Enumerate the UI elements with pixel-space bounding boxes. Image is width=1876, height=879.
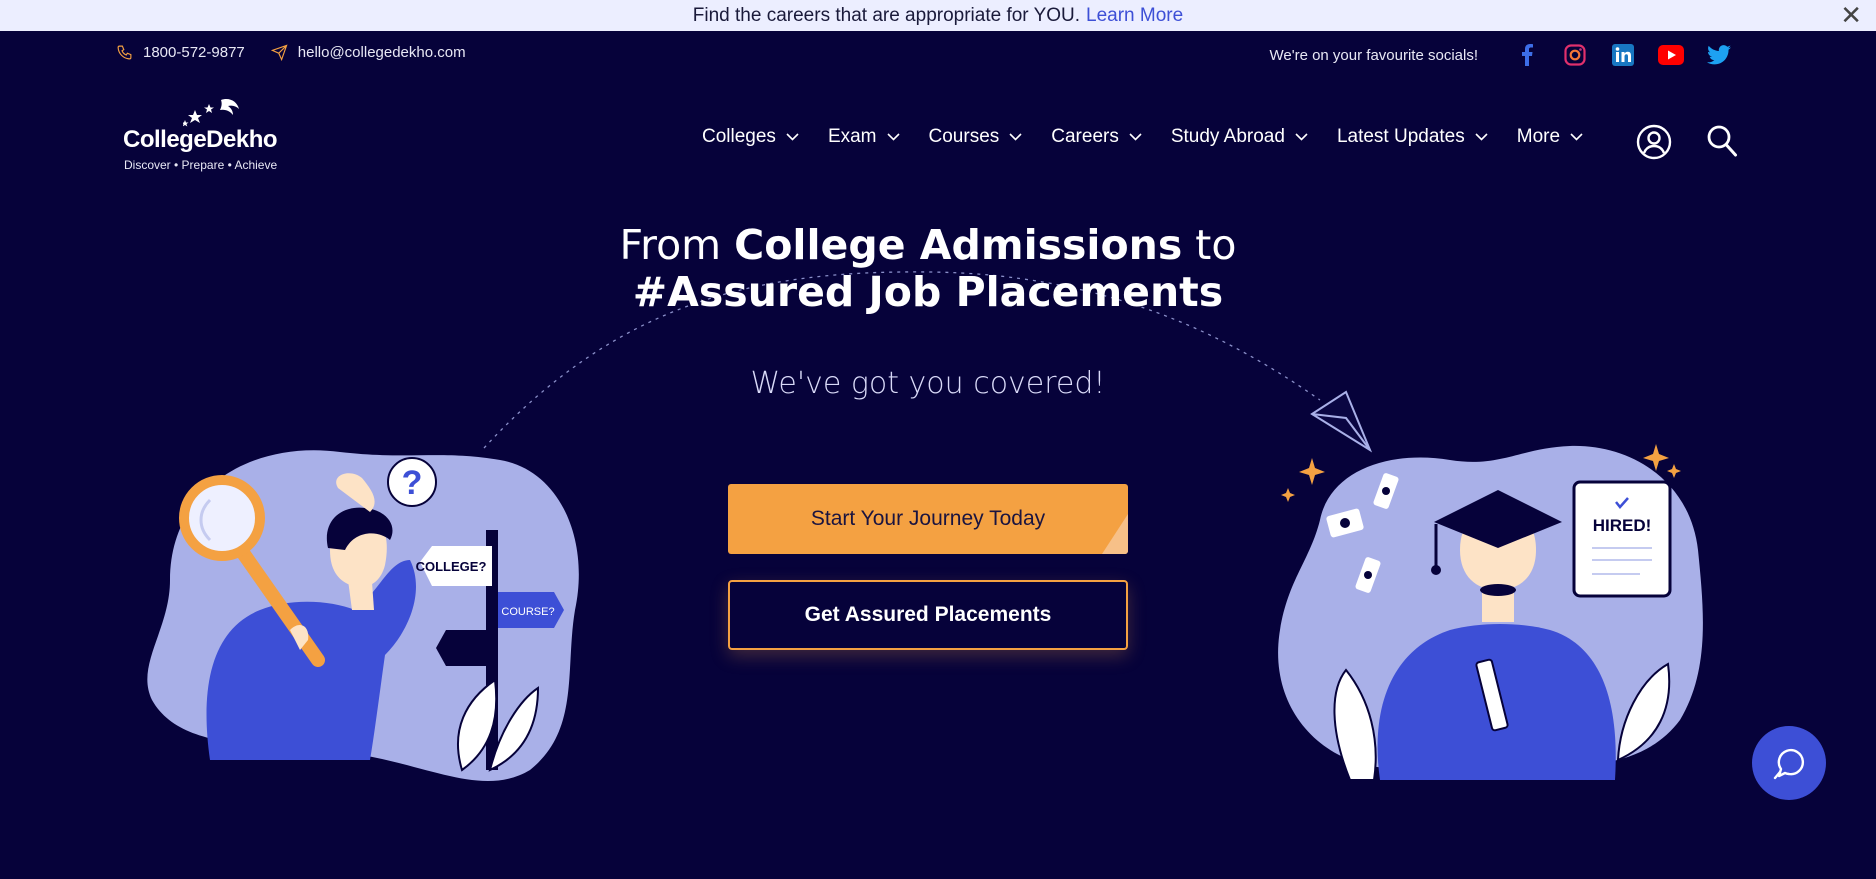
- chevron-down-icon: [1009, 133, 1022, 141]
- socials-label: We're on your favourite socials!: [1269, 46, 1478, 64]
- contact-bar: 1800-572-9877 hello@collegedekho.com: [116, 44, 492, 61]
- close-icon[interactable]: ✕: [1840, 2, 1862, 28]
- phone-contact[interactable]: 1800-572-9877: [116, 44, 245, 61]
- headline-suffix: to: [1182, 221, 1237, 269]
- nav-courses[interactable]: Courses: [929, 126, 1023, 148]
- headline-bold: College Admissions: [734, 221, 1183, 269]
- logo-wordmark: CollegeDekho: [123, 126, 278, 153]
- chevron-down-icon: [1129, 133, 1142, 141]
- chevron-down-icon: [1295, 133, 1308, 141]
- search-icon[interactable]: [1706, 124, 1738, 163]
- start-journey-label: Start Your Journey Today: [810, 507, 1046, 530]
- main-nav: Colleges Exam Courses Careers Study Abro…: [702, 126, 1612, 148]
- nav-label: Colleges: [702, 126, 776, 147]
- headline-line2: #Assured Job Placements: [632, 268, 1224, 316]
- chat-bubble-icon: [1773, 748, 1805, 780]
- hired-label: HIRED!: [1593, 516, 1652, 535]
- nav-label: Careers: [1051, 126, 1119, 147]
- nav-label: Study Abroad: [1170, 126, 1285, 147]
- college-sign-label: COLLEGE?: [416, 559, 487, 574]
- phone-number: 1800-572-9877: [143, 44, 245, 61]
- nav-more[interactable]: More: [1517, 126, 1583, 148]
- nav-latest-updates[interactable]: Latest Updates: [1337, 126, 1488, 148]
- linkedin-icon[interactable]: [1610, 42, 1636, 68]
- start-journey-button[interactable]: Start Your Journey Today: [728, 484, 1128, 554]
- assured-placements-label: Get Assured Placements: [804, 603, 1052, 626]
- chevron-down-icon: [886, 133, 900, 141]
- email-contact[interactable]: hello@collegedekho.com: [270, 44, 466, 61]
- chevron-down-icon: [786, 133, 799, 141]
- hero-subtitle: We've got you covered!: [750, 366, 1106, 401]
- collegedekho-logo[interactable]: CollegeDekho Discover • Prepare • Achiev…: [123, 96, 293, 174]
- left-illustration: ? COLLEGE? COURSE?: [147, 450, 579, 782]
- magnifier-icon: [179, 475, 265, 561]
- chevron-down-icon: [1570, 133, 1583, 141]
- facebook-icon[interactable]: [1514, 42, 1540, 68]
- chat-widget-button[interactable]: [1752, 726, 1826, 800]
- nav-exam[interactable]: Exam: [828, 126, 900, 148]
- logo-mortarboard-icon: [183, 99, 239, 127]
- phone-icon: [117, 45, 132, 60]
- send-icon: [270, 44, 288, 61]
- hero-headline: From College Admissions to #Assured Job …: [0, 222, 1856, 316]
- socials-bar: We're on your favourite socials!: [1269, 42, 1732, 68]
- nav-label: Courses: [928, 126, 1000, 147]
- nav-label: More: [1516, 126, 1561, 147]
- assured-placements-button[interactable]: Get Assured Placements: [728, 580, 1128, 650]
- right-illustration: HIRED!: [1278, 444, 1703, 781]
- nav-careers[interactable]: Careers: [1051, 126, 1142, 148]
- nav-label: Latest Updates: [1336, 126, 1465, 147]
- twitter-icon[interactable]: [1706, 42, 1732, 68]
- nav-colleges[interactable]: Colleges: [702, 126, 799, 148]
- youtube-icon[interactable]: [1658, 42, 1684, 68]
- email-address: hello@collegedekho.com: [297, 44, 466, 61]
- sparkle-icon: [1299, 458, 1325, 485]
- learn-more-link[interactable]: Learn More: [1086, 5, 1183, 27]
- chevron-down-icon: [1475, 133, 1488, 141]
- user-account-icon[interactable]: [1636, 124, 1672, 165]
- logo-tagline: Discover • Prepare • Achieve: [124, 158, 278, 172]
- headline-prefix: From: [619, 221, 735, 269]
- course-sign-label: COURSE?: [501, 606, 554, 618]
- button-corner-accent: [1102, 514, 1128, 554]
- question-mark: ?: [402, 464, 423, 502]
- nav-study-abroad[interactable]: Study Abroad: [1171, 126, 1308, 148]
- instagram-icon[interactable]: [1562, 42, 1588, 68]
- nav-label: Exam: [827, 126, 877, 147]
- announcement-text: Find the careers that are appropriate fo…: [692, 4, 1081, 26]
- announcement-bar: Find the careers that are appropriate fo…: [0, 0, 1876, 31]
